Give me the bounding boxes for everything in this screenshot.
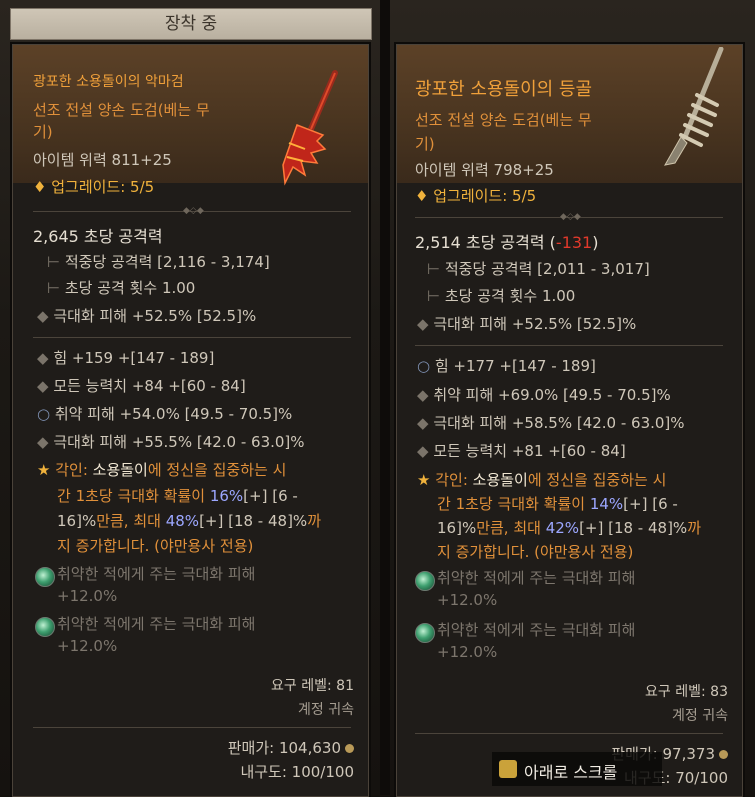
upgrade-level: ♦ 업그레이드: 5/5 (33, 176, 154, 197)
coin-icon (719, 750, 728, 759)
dps-value: 2,514 초당 공격력 (-131) (415, 233, 599, 252)
spine-sword-icon (664, 47, 724, 166)
item-name: 광포한 소용돌이의 악마검 (33, 74, 184, 90)
item-power: 아이템 위력 798+25 (415, 161, 554, 179)
divider: ◆◇◆ (415, 213, 723, 222)
aspect-line4: 지 증가합니다. (야만용사 전용) (57, 537, 254, 555)
required-level: 요구 레벨: 81 (271, 678, 354, 694)
socket-text: +12.0% (57, 587, 118, 605)
sword-icon (282, 70, 338, 186)
gem-socket-icon (415, 571, 435, 591)
star-icon: ★ (417, 471, 436, 489)
affix: ◆ 극대화 피해 +55.5% [42.0 - 63.0]% (37, 433, 305, 451)
gem-socket-icon (415, 623, 435, 643)
aspect-line2: 간 1초당 극대화 확률이 14%[+] [6 - (437, 495, 678, 513)
required-level: 요구 레벨: 83 (645, 684, 728, 700)
dps-difference: -131 (555, 233, 593, 252)
divider (33, 337, 351, 338)
upgrade-level: ♦ 업그레이드: 5/5 (415, 185, 536, 206)
durability: 내구도: 100/100 (240, 763, 354, 781)
implicit-crit-damage: ◆ 극대화 피해 +52.5% [52.5]% (417, 315, 637, 333)
affix: ○ 힘 +177 +[147 - 189] (417, 357, 596, 375)
item-type-line2: 기) (33, 123, 53, 141)
socket-text: 취약한 적에게 주는 극대화 피해 (437, 569, 636, 587)
attacks-per-second: ⊢ 초당 공격 횟수 1.00 (427, 287, 576, 305)
dps-value: 2,645 초당 공격력 (33, 227, 163, 246)
socket-text: 취약한 적에게 주는 극대화 피해 (437, 621, 636, 639)
item-power: 아이템 위력 811+25 (33, 151, 172, 169)
gem-socket-icon (35, 567, 55, 587)
aspect-line4: 지 증가합니다. (야만용사 전용) (437, 543, 634, 561)
aspect-line2: 간 1초당 극대화 확률이 16%[+] [6 - (57, 487, 298, 505)
diamond-icon: ♦ (33, 178, 52, 196)
equipped-item-tooltip: 광포한 소용돌이의 악마검 선조 전설 양손 도검(베는 무 기) 아이템 위력… (12, 44, 369, 797)
socket-text: +12.0% (437, 643, 498, 661)
account-bound: 계정 귀속 (672, 708, 728, 724)
coin-icon (345, 744, 354, 753)
star-icon: ★ (37, 461, 56, 479)
divider: ◆◇◆ (33, 207, 351, 216)
divider (415, 345, 723, 346)
upgrade-text: 업그레이드: 5/5 (433, 187, 537, 205)
compared-item-tooltip: 광포한 소용돌이의 등골 선조 전설 양손 도검(베는 무 기) 아이템 위력 … (396, 44, 743, 797)
affix: ◆ 모든 능력치 +81 +[60 - 84] (417, 442, 626, 460)
socket-text: +12.0% (437, 591, 498, 609)
socket-text: +12.0% (57, 637, 118, 655)
equipped-tab: 장착 중 (10, 8, 372, 40)
sell-value: 판매가: 104,630 (228, 737, 354, 758)
item-type-line2: 기) (415, 135, 435, 153)
affix: ○ 취약 피해 +54.0% [49.5 - 70.5]% (37, 405, 293, 423)
affix: ◆ 모든 능력치 +84 +[60 - 84] (37, 377, 246, 395)
aspect-line1: ★ 각인: 소용돌이에 정신을 집중하는 시 (417, 471, 667, 489)
aspect-line1: ★ 각인: 소용돌이에 정신을 집중하는 시 (37, 461, 287, 479)
affix: ◆ 힘 +159 +[147 - 189] (37, 349, 215, 367)
divider (33, 727, 351, 728)
damage-per-hit: ⊢ 적중당 공격력 [2,011 - 3,017] (427, 260, 650, 278)
aspect-line3: 16]%만큼, 최대 42%[+] [18 - 48]%까 (437, 519, 701, 537)
item-type-line1: 선조 전설 양손 도검(베는 무 (33, 101, 210, 119)
damage-per-hit: ⊢ 적중당 공격력 [2,116 - 3,174] (47, 253, 270, 271)
item-name: 광포한 소용돌이의 등골 (415, 79, 593, 100)
affix: ◆ 극대화 피해 +58.5% [42.0 - 63.0]% (417, 414, 685, 432)
socket-text: 취약한 적에게 주는 극대화 피해 (57, 565, 256, 583)
affix: ◆ 취약 피해 +69.0% [49.5 - 70.5]% (417, 386, 671, 404)
gem-socket-icon (35, 617, 55, 637)
account-bound: 계정 귀속 (298, 702, 354, 718)
implicit-crit-damage: ◆ 극대화 피해 +52.5% [52.5]% (37, 307, 257, 325)
attacks-per-second: ⊢ 초당 공격 횟수 1.00 (47, 279, 196, 297)
diamond-icon: ♦ (415, 187, 434, 205)
socket-text: 취약한 적에게 주는 극대화 피해 (57, 615, 256, 633)
upgrade-text: 업그레이드: 5/5 (51, 178, 155, 196)
scroll-down-label[interactable]: 아래로 스크롤 (524, 759, 617, 783)
item-type-line1: 선조 전설 양손 도검(베는 무 (415, 111, 592, 129)
key-icon (499, 760, 517, 778)
aspect-line3: 16]%만큼, 최대 48%[+] [18 - 48]%까 (57, 512, 321, 530)
divider (415, 733, 723, 734)
